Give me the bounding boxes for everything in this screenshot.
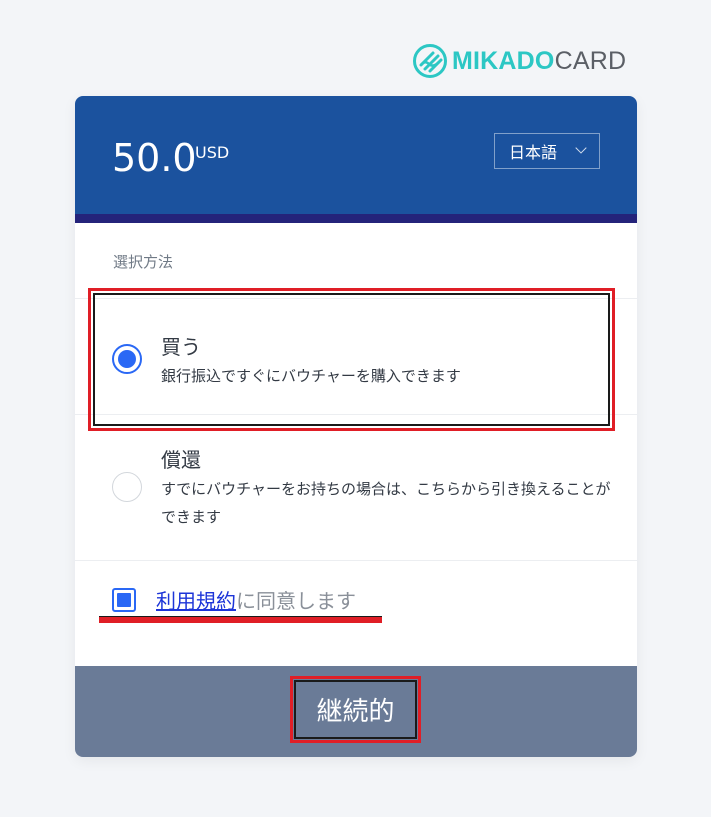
option-redeem[interactable]: 償還 すでにバウチャーをお持ちの場合は、こちらから引き換えることができます (75, 415, 637, 560)
terms-agree-text: に同意します (236, 589, 356, 613)
terms-link[interactable]: 利用規約 (156, 585, 236, 614)
brand-name: MIKADOCARD (452, 47, 626, 76)
brand-name-mikado: MIKADO (452, 46, 555, 75)
amount-value: 50.0 (112, 136, 197, 180)
card-footer: 継続的 (75, 666, 637, 757)
language-select-value: 日本語 (509, 143, 558, 162)
header-stripe (75, 214, 637, 223)
payment-card: 50.0 USD 日本語 選択方法 買う 銀行振込ですぐにバウチャーを購入できま… (75, 96, 637, 757)
currency-label: USD (195, 143, 230, 162)
card-header: 50.0 USD 日本語 (75, 96, 637, 214)
method-section-label: 選択方法 (113, 253, 174, 271)
radio-redeem[interactable] (112, 472, 142, 502)
terms-annotation-underline (99, 616, 382, 623)
terms-row: 利用規約 に同意します (112, 585, 356, 614)
buy-option-annotation-box (88, 288, 615, 431)
chevron-down-icon (575, 142, 587, 154)
option-redeem-title: 償還 (161, 448, 201, 472)
divider (75, 560, 637, 561)
continue-button[interactable]: 継続的 (290, 676, 421, 743)
option-redeem-description: すでにバウチャーをお持ちの場合は、こちらから引き換えることができます (161, 480, 611, 526)
brand-logo: MIKADOCARD (412, 42, 626, 80)
brand-name-card: CARD (554, 46, 627, 75)
mikadocard-logo-icon (413, 44, 447, 78)
language-select[interactable]: 日本語 (494, 133, 600, 169)
terms-checkbox[interactable] (112, 587, 136, 612)
